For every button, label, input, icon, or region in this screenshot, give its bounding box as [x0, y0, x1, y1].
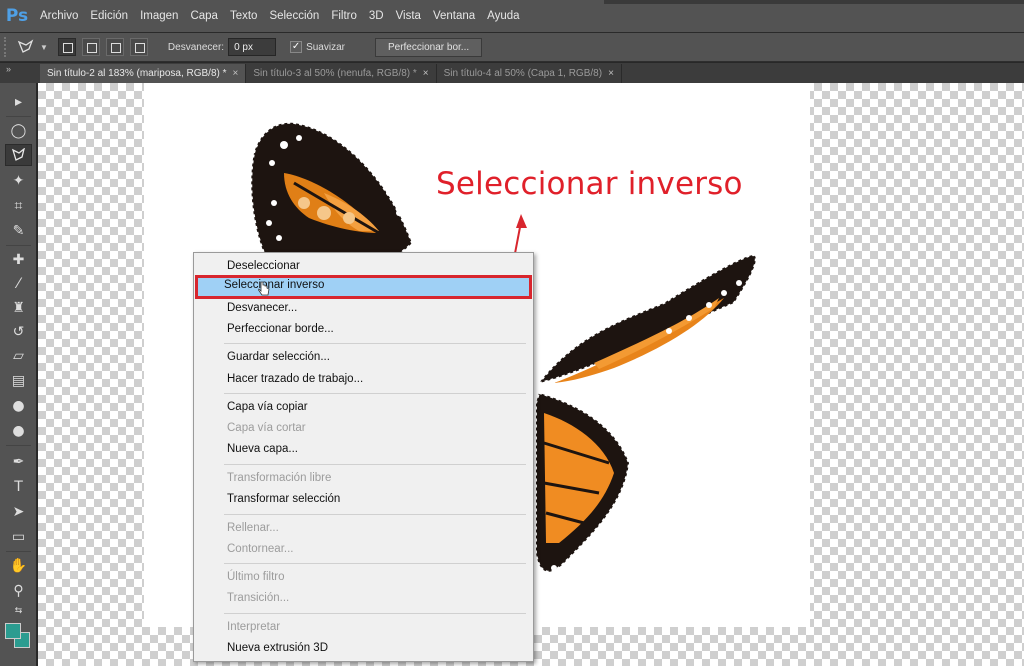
gradient-icon[interactable]: ▤	[5, 370, 32, 392]
menu-item-hacer-trazado[interactable]: Hacer trazado de trabajo...	[198, 369, 529, 389]
menu-capa[interactable]: Capa	[184, 0, 224, 33]
elliptical-marquee-icon[interactable]: ◯	[5, 120, 32, 142]
antialias-label: Suavizar	[306, 41, 345, 53]
close-icon[interactable]: ×	[423, 68, 429, 79]
clone-stamp-icon[interactable]: ♜	[5, 297, 32, 319]
tool-preset-caret-icon[interactable]: ▼	[40, 43, 48, 52]
options-bar: ▼ Desvanecer: ✓ Suavizar Perfeccionar bo…	[0, 33, 1024, 62]
type-icon[interactable]: T	[5, 476, 32, 498]
photoshop-logo: Ps	[5, 6, 29, 26]
brush-icon[interactable]: ⁄	[5, 273, 32, 295]
antialias-checkbox[interactable]: ✓	[290, 41, 303, 53]
tab-label: Sin título-2 al 183% (mariposa, RGB/8) *	[47, 68, 227, 79]
tab-document-3[interactable]: Sin título-3 al 50% (nenufa, RGB/8) * ×	[246, 64, 437, 83]
menu-item-nueva-extrusion-3d[interactable]: Nueva extrusión 3D	[198, 638, 529, 658]
feather-input[interactable]	[228, 38, 277, 56]
tab-document-2[interactable]: Sin título-2 al 183% (mariposa, RGB/8) *…	[40, 64, 247, 83]
menu-separator	[224, 393, 526, 394]
menu-seleccion[interactable]: Selección	[263, 0, 325, 33]
menu-item-desvanecer[interactable]: Desvanecer...	[198, 298, 529, 318]
path-selection-icon[interactable]: ➤	[5, 501, 32, 523]
polygonal-lasso-tool-icon[interactable]	[5, 144, 32, 166]
butterfly-hindwing-right	[536, 253, 757, 385]
menu-item-transicion: Transición...	[227, 592, 290, 604]
butterfly-forewing	[250, 121, 414, 259]
tab-label: Sin título-3 al 50% (nenufa, RGB/8) *	[253, 68, 417, 79]
menu-item-deseleccionar[interactable]: Deseleccionar	[198, 256, 529, 276]
pen-icon[interactable]: ✒	[5, 451, 32, 473]
menu-imagen[interactable]: Imagen	[134, 0, 184, 33]
menu-3d[interactable]: 3D	[363, 0, 390, 33]
tool-divider	[6, 116, 31, 117]
zoom-icon[interactable]: ⚲	[5, 580, 32, 602]
options-bar-grip[interactable]	[4, 37, 12, 57]
add-to-selection-button[interactable]	[81, 38, 100, 56]
rectangle-shape-icon[interactable]: ▭	[5, 526, 32, 548]
swap-colors-icon[interactable]: ⇆	[5, 604, 32, 618]
menu-item-capa-via-copiar[interactable]: Capa vía copiar	[198, 397, 529, 417]
move-tool-icon[interactable]: ▸	[5, 91, 32, 113]
menu-item-transformar-seleccion[interactable]: Transformar selección	[198, 489, 529, 509]
annotation-label: Seleccionar inverso	[436, 166, 743, 202]
menu-item-seleccionar-inverso[interactable]: Seleccionar inverso	[195, 275, 532, 299]
blur-icon[interactable]: ●	[5, 395, 32, 417]
close-icon[interactable]: ×	[608, 68, 614, 79]
menu-item-guardar-seleccion[interactable]: Guardar selección...	[198, 347, 529, 367]
document-tabs: » Sin título-2 al 183% (mariposa, RGB/8)…	[0, 63, 1024, 83]
collapse-panels-icon[interactable]: »	[0, 63, 40, 83]
menu-archivo[interactable]: Archivo	[34, 0, 84, 33]
menu-item-contornear: Contornear...	[227, 543, 294, 555]
eyedropper-icon[interactable]: ✎	[5, 220, 32, 242]
eraser-icon[interactable]: ▱	[5, 345, 32, 367]
tool-divider	[6, 445, 31, 446]
menu-texto[interactable]: Texto	[224, 0, 264, 33]
menu-item-rellenar: Rellenar...	[227, 522, 279, 534]
menu-item-perfeccionar-borde[interactable]: Perfeccionar borde...	[198, 319, 529, 339]
menu-item-transformacion-libre: Transformación libre	[227, 472, 332, 484]
subtract-from-selection-button[interactable]	[105, 38, 124, 56]
menu-separator	[224, 464, 526, 465]
menu-separator	[224, 613, 526, 614]
tool-divider	[6, 551, 31, 552]
close-icon[interactable]: ×	[233, 68, 239, 79]
menu-separator	[224, 343, 526, 344]
menu-item-nueva-capa[interactable]: Nueva capa...	[198, 439, 529, 459]
foreground-color-swatch[interactable]	[5, 623, 21, 639]
refine-edge-button[interactable]: Perfeccionar bor...	[374, 37, 483, 57]
menu-separator	[224, 563, 526, 564]
feather-label: Desvanecer:	[167, 41, 225, 53]
intersect-selection-button[interactable]	[129, 38, 148, 56]
menu-ventana[interactable]: Ventana	[427, 0, 481, 33]
menu-edicion[interactable]: Edición	[84, 0, 134, 33]
new-selection-button[interactable]	[57, 38, 76, 56]
polygonal-lasso-icon[interactable]	[12, 36, 40, 58]
tool-divider	[6, 245, 31, 246]
window-frame-strip	[604, 0, 1024, 4]
dodge-icon[interactable]: ●	[5, 420, 32, 442]
menu-item-capa-via-cortar: Capa vía cortar	[227, 422, 306, 434]
hand-icon[interactable]: ✋	[5, 555, 32, 577]
menu-item-interpretar: Interpretar	[227, 621, 281, 633]
menu-vista[interactable]: Vista	[390, 0, 427, 33]
menu-bar: Ps Archivo Edición Imagen Capa Texto Sel…	[0, 0, 1024, 33]
crop-icon[interactable]: ⌗	[5, 195, 32, 217]
menu-item-ultimo-filtro: Último filtro	[227, 571, 285, 583]
history-brush-icon[interactable]: ↺	[5, 321, 32, 343]
healing-brush-icon[interactable]: ✚	[5, 249, 32, 271]
tab-label: Sin título-4 al 50% (Capa 1, RGB/8)	[443, 68, 603, 79]
menu-ayuda[interactable]: Ayuda	[481, 0, 525, 33]
magic-wand-icon[interactable]: ✦	[5, 170, 32, 192]
context-menu: Deseleccionar Seleccionar inverso Desvan…	[193, 252, 534, 662]
menu-separator	[224, 514, 526, 515]
butterfly-hindwing-lower	[535, 391, 631, 573]
tools-panel: ▸ ◯ ✦ ⌗ ✎ ✚ ⁄ ♜ ↺ ▱ ▤ ● ● ✒ T ➤ ▭ ✋ ⚲ ⇆	[0, 83, 37, 666]
tab-document-4[interactable]: Sin título-4 al 50% (Capa 1, RGB/8) ×	[437, 64, 622, 83]
menu-filtro[interactable]: Filtro	[325, 0, 363, 33]
hand-cursor-icon	[258, 281, 270, 296]
